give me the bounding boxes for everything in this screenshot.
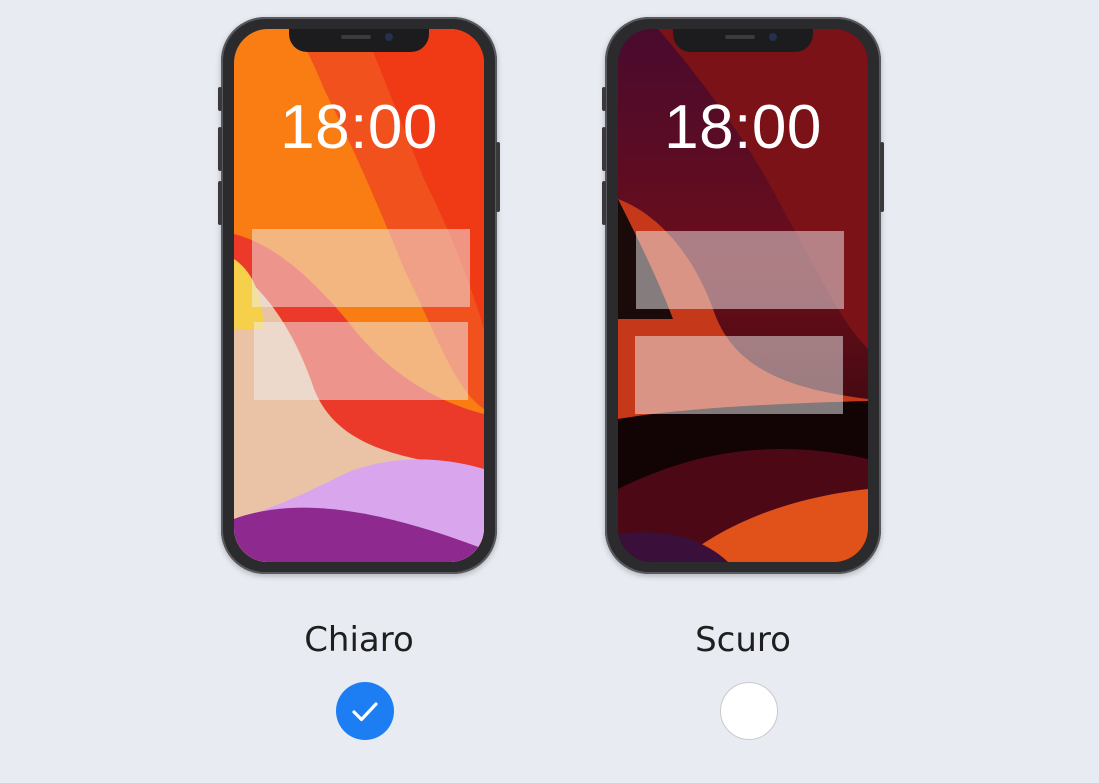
volume-down-button bbox=[218, 181, 222, 225]
volume-down-button bbox=[602, 181, 606, 225]
option-label: Scuro bbox=[695, 620, 791, 660]
lock-screen-clock: 18:00 bbox=[664, 93, 822, 162]
side-button bbox=[496, 142, 500, 212]
notch bbox=[673, 29, 813, 52]
notification-placeholder bbox=[252, 229, 470, 307]
mute-switch bbox=[218, 87, 222, 111]
appearance-option-light[interactable]: 18:00 Chiaro bbox=[209, 0, 509, 783]
appearance-option-dark[interactable]: 18:00 Scuro bbox=[593, 0, 893, 783]
radio-button-unselected[interactable] bbox=[720, 682, 778, 740]
mute-switch bbox=[602, 87, 606, 111]
notification-placeholder bbox=[635, 336, 843, 414]
speaker-grille bbox=[725, 35, 755, 39]
volume-up-button bbox=[218, 127, 222, 171]
front-camera bbox=[385, 33, 393, 41]
checkmark-icon bbox=[352, 702, 378, 722]
volume-up-button bbox=[602, 127, 606, 171]
radio-button-selected[interactable] bbox=[336, 682, 394, 740]
phone-screen-dark: 18:00 bbox=[618, 29, 868, 562]
speaker-grille bbox=[341, 35, 371, 39]
phone-preview-light[interactable]: 18:00 bbox=[218, 17, 500, 574]
front-camera bbox=[769, 33, 777, 41]
notification-placeholder bbox=[636, 231, 844, 309]
phone-preview-dark[interactable]: 18:00 bbox=[602, 17, 884, 574]
option-label: Chiaro bbox=[304, 620, 414, 660]
notification-placeholder bbox=[254, 322, 468, 400]
phone-screen-light: 18:00 bbox=[234, 29, 484, 562]
notch bbox=[289, 29, 429, 52]
side-button bbox=[880, 142, 884, 212]
lock-screen-clock: 18:00 bbox=[280, 93, 438, 162]
